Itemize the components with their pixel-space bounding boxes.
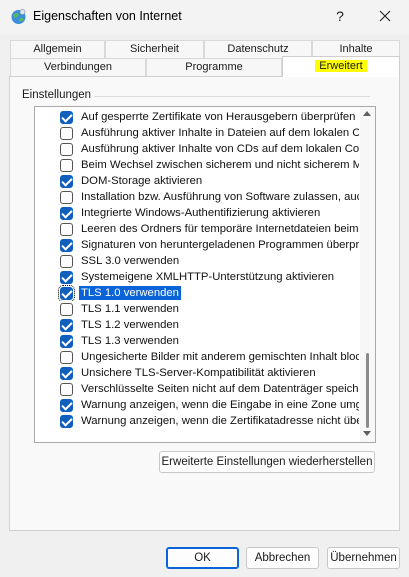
setting-label: Installation bzw. Ausführung von Softwar… <box>81 191 359 203</box>
tab-verbindungen[interactable]: Verbindungen <box>10 58 146 76</box>
checkbox-unchecked-icon[interactable] <box>60 303 73 316</box>
setting-row[interactable]: TLS 1.1 verwenden <box>35 301 359 317</box>
restore-advanced-settings-button[interactable]: Erweiterte Einstellungen wiederherstelle… <box>159 451 375 473</box>
setting-row[interactable]: Ausführung aktiver Inhalte in Dateien au… <box>35 125 359 141</box>
checkbox-unchecked-icon[interactable] <box>60 351 73 364</box>
setting-label: Signaturen von heruntergeladenen Program… <box>81 239 359 251</box>
scroll-down-arrow-icon[interactable] <box>363 431 371 436</box>
window-title: Eigenschaften von Internet <box>33 9 182 23</box>
cancel-button[interactable]: Abbrechen <box>246 547 319 569</box>
setting-label: TLS 1.2 verwenden <box>81 319 179 331</box>
setting-row[interactable]: Warnung anzeigen, wenn die Zertifikatadr… <box>35 413 359 429</box>
checkbox-checked-icon[interactable] <box>60 367 73 380</box>
setting-row[interactable]: Warnung anzeigen, wenn die Eingabe in ei… <box>35 397 359 413</box>
setting-label: Auf gesperrte Zertifikate von Herausgebe… <box>81 111 356 123</box>
setting-label: Warnung anzeigen, wenn die Eingabe in ei… <box>81 399 359 411</box>
setting-row[interactable]: TLS 1.0 verwenden <box>35 285 359 301</box>
setting-row[interactable]: TLS 1.3 verwenden <box>35 333 359 349</box>
title-bar: Eigenschaften von Internet ? <box>0 0 409 34</box>
setting-row[interactable]: Beim Wechsel zwischen sicherem und nicht… <box>35 157 359 173</box>
setting-label: TLS 1.3 verwenden <box>81 335 179 347</box>
checkbox-unchecked-icon[interactable] <box>60 191 73 204</box>
tab-sicherheit[interactable]: Sicherheit <box>105 40 204 58</box>
setting-label: DOM-Storage aktivieren <box>81 175 203 187</box>
scroll-up-arrow-icon[interactable] <box>363 111 371 116</box>
setting-row[interactable]: Verschlüsselte Seiten nicht auf dem Date… <box>35 381 359 397</box>
setting-label: Verschlüsselte Seiten nicht auf dem Date… <box>81 383 359 395</box>
group-divider <box>87 96 370 97</box>
checkbox-checked-icon[interactable] <box>58 285 75 301</box>
setting-row[interactable]: Leeren des Ordners für temporäre Interne… <box>35 221 359 237</box>
ok-button[interactable]: OK <box>166 547 239 569</box>
checkbox-checked-icon[interactable] <box>60 319 73 332</box>
setting-label: Beim Wechsel zwischen sicherem und nicht… <box>81 159 359 171</box>
checkbox-unchecked-icon[interactable] <box>60 143 73 156</box>
internet-properties-window: Eigenschaften von Internet ? Allgemein S… <box>0 0 409 577</box>
close-icon <box>379 10 391 22</box>
settings-scrollbar[interactable] <box>360 107 375 442</box>
setting-label: Warnung anzeigen, wenn die Zertifikatadr… <box>81 415 359 427</box>
tab-erweitert[interactable]: Erweitert <box>282 56 400 77</box>
checkbox-checked-icon[interactable] <box>60 239 73 252</box>
checkbox-unchecked-icon[interactable] <box>60 223 73 236</box>
checkbox-checked-icon[interactable] <box>60 175 73 188</box>
tab-allgemein[interactable]: Allgemein <box>10 40 105 58</box>
setting-row[interactable]: SSL 3.0 verwenden <box>35 253 359 269</box>
checkbox-unchecked-icon[interactable] <box>60 159 73 172</box>
checkbox-checked-icon[interactable] <box>60 415 73 428</box>
close-button[interactable] <box>366 2 404 30</box>
setting-label: Ausführung aktiver Inhalte von CDs auf d… <box>81 143 359 155</box>
setting-row[interactable]: Signaturen von heruntergeladenen Program… <box>35 237 359 253</box>
setting-label: Unsichere TLS-Server-Kompatibilität akti… <box>81 367 316 379</box>
setting-row[interactable]: Ungesicherte Bilder mit anderem gemischt… <box>35 349 359 365</box>
tab-erweitert-label: Erweitert <box>315 60 367 72</box>
checkbox-checked-icon[interactable] <box>60 335 73 348</box>
setting-label: Ungesicherte Bilder mit anderem gemischt… <box>81 351 359 363</box>
scroll-thumb[interactable] <box>366 353 369 428</box>
setting-label: TLS 1.1 verwenden <box>81 303 179 315</box>
setting-row[interactable]: Systemeigene XMLHTTP-Unterstützung aktiv… <box>35 269 359 285</box>
setting-row[interactable]: Integrierte Windows-Authentifizierung ak… <box>35 205 359 221</box>
settings-list-items: Auf gesperrte Zertifikate von Herausgebe… <box>35 109 359 429</box>
apply-button[interactable]: Übernehmen <box>327 547 400 569</box>
checkbox-checked-icon[interactable] <box>60 111 73 124</box>
setting-row[interactable]: TLS 1.2 verwenden <box>35 317 359 333</box>
help-button[interactable]: ? <box>322 2 358 30</box>
checkbox-checked-icon[interactable] <box>60 207 73 220</box>
setting-label: Leeren des Ordners für temporäre Interne… <box>81 223 359 235</box>
setting-label: TLS 1.0 verwenden <box>79 286 181 300</box>
checkbox-unchecked-icon[interactable] <box>60 127 73 140</box>
checkbox-checked-icon[interactable] <box>60 271 73 284</box>
setting-row[interactable]: DOM-Storage aktivieren <box>35 173 359 189</box>
setting-row[interactable]: Ausführung aktiver Inhalte von CDs auf d… <box>35 141 359 157</box>
internet-options-globe-icon <box>11 9 26 24</box>
settings-list[interactable]: Auf gesperrte Zertifikate von Herausgebe… <box>34 106 376 443</box>
settings-group-label: Einstellungen <box>22 89 95 101</box>
setting-row[interactable]: Auf gesperrte Zertifikate von Herausgebe… <box>35 109 359 125</box>
setting-label: SSL 3.0 verwenden <box>81 255 180 267</box>
setting-row[interactable]: Installation bzw. Ausführung von Softwar… <box>35 189 359 205</box>
checkbox-unchecked-icon[interactable] <box>60 255 73 268</box>
setting-label: Systemeigene XMLHTTP-Unterstützung aktiv… <box>81 271 335 283</box>
checkbox-checked-icon[interactable] <box>60 399 73 412</box>
setting-row[interactable]: Unsichere TLS-Server-Kompatibilität akti… <box>35 365 359 381</box>
setting-label: Ausführung aktiver Inhalte in Dateien au… <box>81 127 359 139</box>
tab-programme[interactable]: Programme <box>146 58 282 76</box>
setting-label: Integrierte Windows-Authentifizierung ak… <box>81 207 321 219</box>
checkbox-unchecked-icon[interactable] <box>60 383 73 396</box>
